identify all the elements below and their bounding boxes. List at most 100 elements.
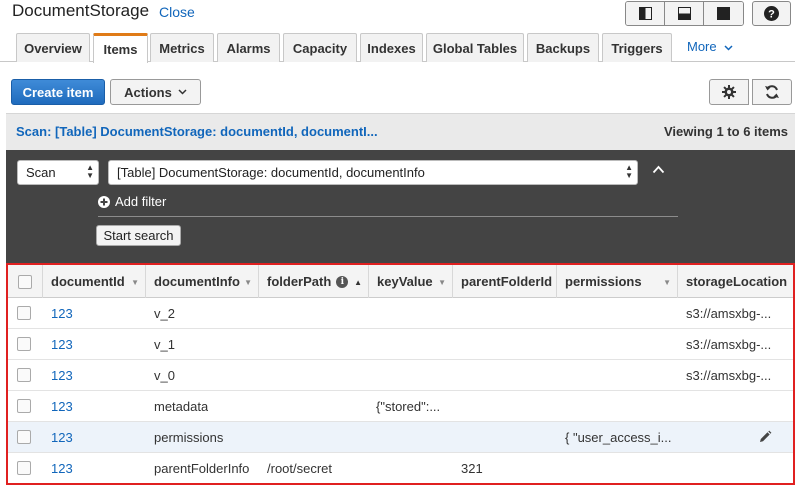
column-header-storagelocation[interactable]: storageLocation — [678, 265, 793, 298]
full-screen-view-button[interactable] — [704, 2, 743, 25]
select-all-checkbox[interactable] — [18, 274, 32, 289]
items-table: documentId ▼ documentInfo ▼ folderPath i… — [6, 263, 795, 485]
column-label: permissions — [565, 274, 642, 289]
cell-documentid[interactable]: 123 — [51, 422, 73, 452]
split-bottom-icon — [677, 7, 691, 20]
column-label: parentFolderId — [461, 274, 553, 289]
table-row[interactable]: 123 v_2 s3://amsxbg-... — [8, 298, 793, 329]
add-filter-button[interactable]: Add filter — [98, 194, 166, 209]
row-checkbox-cell — [17, 298, 31, 328]
sort-down-icon: ▼ — [663, 278, 671, 287]
filter-divider — [98, 216, 678, 217]
row-checkbox-cell — [17, 391, 31, 421]
cell-permissions: { "user_access_i... — [565, 429, 672, 445]
table-row[interactable]: 123 v_0 s3://amsxbg-... — [8, 360, 793, 391]
cell-storagelocation: s3://amsxbg-... — [686, 336, 772, 352]
cell-documentinfo: metadata — [154, 398, 209, 414]
split-left-view-button[interactable] — [626, 2, 665, 25]
row-checkbox[interactable] — [17, 430, 31, 444]
tab-capacity[interactable]: Capacity — [283, 33, 357, 62]
cell-parentfolderid: 321 — [461, 460, 483, 476]
cell-documentinfo: v_2 — [154, 305, 175, 321]
row-checkbox-cell — [17, 422, 31, 452]
actions-dropdown-button[interactable]: Actions — [110, 79, 201, 105]
help-button[interactable]: ? — [752, 1, 791, 26]
sort-down-icon: ▼ — [131, 278, 139, 287]
tab-metrics[interactable]: Metrics — [150, 33, 214, 62]
cell-documentinfo: v_1 — [154, 336, 175, 352]
cell-documentid[interactable]: 123 — [51, 391, 73, 421]
table-row[interactable]: 123 permissions { "user_access_i... — [8, 422, 793, 453]
cell-documentid[interactable]: 123 — [51, 329, 73, 359]
tab-items[interactable]: Items — [93, 33, 148, 63]
refresh-icon — [765, 85, 779, 99]
row-checkbox-cell — [17, 360, 31, 390]
cell-documentid[interactable]: 123 — [51, 298, 73, 328]
tab-overview[interactable]: Overview — [16, 33, 90, 62]
row-checkbox[interactable] — [17, 337, 31, 351]
column-header-documentid[interactable]: documentId ▼ — [43, 265, 146, 298]
tab-triggers[interactable]: Triggers — [602, 33, 672, 62]
row-checkbox[interactable] — [17, 399, 31, 413]
column-header-folderpath[interactable]: folderPath i ▲ — [259, 265, 369, 298]
actions-label: Actions — [124, 84, 172, 100]
split-left-icon — [638, 7, 652, 20]
add-filter-label: Add filter — [115, 194, 167, 209]
select-all-header — [8, 265, 43, 298]
settings-button[interactable] — [709, 79, 749, 105]
close-link[interactable]: Close — [159, 4, 195, 20]
pencil-icon[interactable] — [758, 430, 772, 444]
plus-circle-icon — [98, 195, 110, 208]
column-header-parentfolderid[interactable]: parentFolderId — [453, 265, 557, 298]
tab-indexes[interactable]: Indexes — [360, 33, 423, 62]
column-header-documentinfo[interactable]: documentInfo ▼ — [146, 265, 259, 298]
chevron-down-icon — [178, 89, 187, 95]
tab-alarms[interactable]: Alarms — [217, 33, 280, 62]
filter-panel: Scan ▲ ▼ [Table] DocumentStorage: documen… — [6, 150, 795, 263]
scan-summary-bar: Scan: [Table] DocumentStorage: documentI… — [6, 113, 795, 150]
gear-icon — [722, 85, 736, 99]
select-arrows-icon: ▲ ▼ — [625, 163, 633, 180]
svg-text:?: ? — [768, 9, 775, 21]
table-row[interactable]: 123 v_1 s3://amsxbg-... — [8, 329, 793, 360]
cell-documentinfo: parentFolderInfo — [154, 460, 250, 476]
split-bottom-view-button[interactable] — [665, 2, 704, 25]
create-item-button[interactable]: Create item — [11, 79, 105, 105]
cell-keyvalue: {"stored":... — [376, 398, 441, 414]
sort-down-icon: ▼ — [244, 278, 252, 287]
scan-mode-select[interactable]: Scan ▲ ▼ — [17, 160, 99, 185]
column-header-keyvalue[interactable]: keyValue ▼ — [369, 265, 453, 298]
tab-global-tables[interactable]: Global Tables — [426, 33, 524, 62]
scan-target-select[interactable]: [Table] DocumentStorage: documentId, doc… — [108, 160, 638, 185]
column-label: documentId — [51, 274, 125, 289]
tab-bar: Overview Items Metrics Alarms Capacity I… — [0, 33, 795, 63]
cell-documentid[interactable]: 123 — [51, 360, 73, 390]
cell-documentinfo: permissions — [154, 429, 224, 445]
start-search-button[interactable]: Start search — [96, 225, 181, 246]
row-checkbox[interactable] — [17, 461, 31, 475]
cell-storagelocation: s3://amsxbg-... — [686, 305, 772, 321]
table-row[interactable]: 123 parentFolderInfo /root/secret 321 — [8, 453, 793, 483]
column-label: storageLocation — [686, 274, 788, 289]
column-header-permissions[interactable]: permissions ▼ — [557, 265, 678, 298]
info-icon[interactable]: i — [336, 275, 349, 288]
tab-more[interactable]: More — [687, 39, 733, 54]
scan-summary-link[interactable]: Scan: [Table] DocumentStorage: documentI… — [16, 124, 378, 139]
row-checkbox-cell — [17, 453, 31, 483]
cell-documentid[interactable]: 123 — [51, 453, 73, 483]
chevron-down-icon — [724, 45, 733, 51]
scan-mode-value: Scan — [26, 165, 56, 180]
help-icon: ? — [764, 6, 779, 21]
select-arrows-icon: ▲ ▼ — [86, 163, 94, 180]
table-row[interactable]: 123 metadata {"stored":... — [8, 391, 793, 422]
full-screen-icon — [717, 7, 730, 20]
refresh-button[interactable] — [752, 79, 792, 105]
column-label: documentInfo — [154, 274, 240, 289]
tab-backups[interactable]: Backups — [527, 33, 599, 62]
sort-up-icon: ▲ — [354, 278, 362, 287]
page-title: DocumentStorage — [12, 1, 150, 20]
row-checkbox[interactable] — [17, 368, 31, 382]
scan-target-value: [Table] DocumentStorage: documentId, doc… — [117, 165, 425, 180]
row-checkbox[interactable] — [17, 306, 31, 320]
chevron-up-icon[interactable] — [652, 165, 665, 174]
